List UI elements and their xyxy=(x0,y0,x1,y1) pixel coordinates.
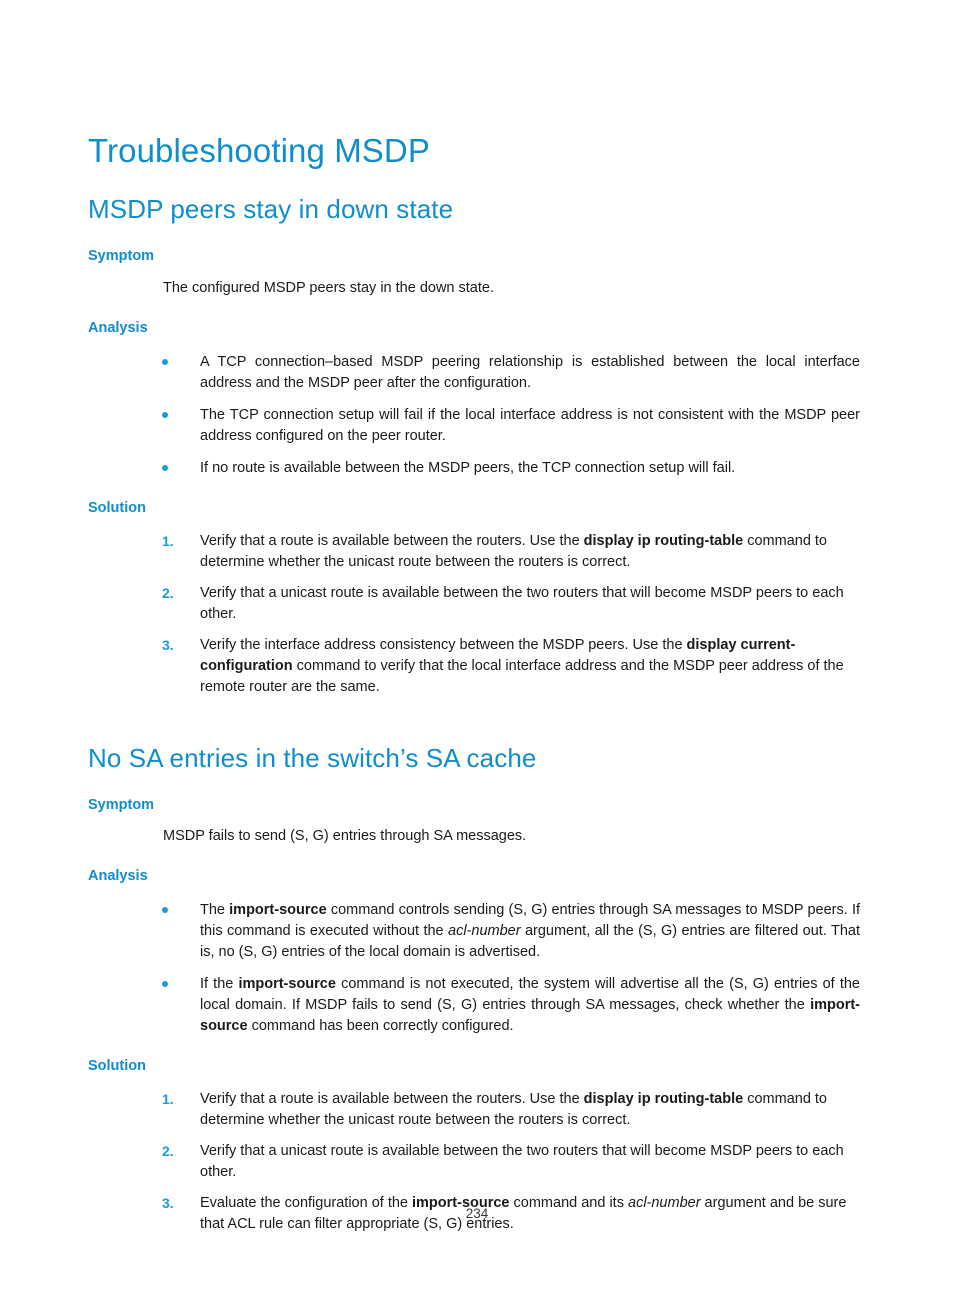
list-item-text: The TCP connection setup will fail if th… xyxy=(200,406,860,444)
section-heading-msdp-peers-down: MSDP peers stay in down state xyxy=(88,194,454,225)
step-number: 2. xyxy=(162,1143,174,1160)
list-item-text: Verify that a unicast route is available… xyxy=(200,584,844,622)
list-item-text: Verify the interface address consistency… xyxy=(200,636,844,695)
page-number: 234 xyxy=(465,1206,489,1221)
analysis-list-2: The import-source command controls sendi… xyxy=(88,900,866,1037)
list-item: 1. Verify that a route is available betw… xyxy=(88,531,866,573)
solution-list-1: 1. Verify that a route is available betw… xyxy=(88,531,866,698)
list-item: A TCP connection–based MSDP peering rela… xyxy=(88,352,866,394)
step-number: 1. xyxy=(162,532,174,549)
list-item: The import-source command controls sendi… xyxy=(88,900,866,963)
symptom-text-1: The configured MSDP peers stay in the do… xyxy=(163,279,494,296)
list-item-text: If the import-source command is not exec… xyxy=(200,976,860,1035)
bullet-icon xyxy=(162,464,168,471)
list-item: 2. Verify that a unicast route is availa… xyxy=(88,1141,866,1183)
list-item: If no route is available between the MSD… xyxy=(88,458,866,479)
bullet-icon xyxy=(162,907,168,914)
step-number: 1. xyxy=(162,1091,174,1108)
analysis-heading-2: Analysis xyxy=(88,868,148,885)
analysis-heading-1: Analysis xyxy=(88,319,148,336)
list-item-text: If no route is available between the MSD… xyxy=(200,459,736,476)
list-item: 3. Verify the interface address consiste… xyxy=(88,635,866,698)
analysis-list-1: A TCP connection–based MSDP peering rela… xyxy=(88,352,866,479)
step-number: 2. xyxy=(162,584,174,601)
list-item: The TCP connection setup will fail if th… xyxy=(88,405,866,447)
bullet-icon xyxy=(162,358,168,365)
bullet-icon xyxy=(162,411,168,418)
list-item: 1. Verify that a route is available betw… xyxy=(88,1089,866,1131)
list-item: If the import-source command is not exec… xyxy=(88,974,866,1037)
list-item-text: Verify that a unicast route is available… xyxy=(200,1143,844,1181)
page-title: Troubleshooting MSDP xyxy=(88,132,430,169)
bullet-icon xyxy=(162,981,168,988)
symptom-text-2: MSDP fails to send (S, G) entries throug… xyxy=(163,828,527,845)
step-number: 3. xyxy=(162,636,174,653)
symptom-heading-1: Symptom xyxy=(88,248,155,265)
section-heading-no-sa-entries: No SA entries in the switch’s SA cache xyxy=(88,742,537,773)
solution-heading-1: Solution xyxy=(88,499,146,516)
symptom-heading-2: Symptom xyxy=(88,796,155,813)
list-item: 2. Verify that a unicast route is availa… xyxy=(88,583,866,625)
document-page: Troubleshooting MSDP MSDP peers stay in … xyxy=(0,0,954,1296)
page-content: Troubleshooting MSDP MSDP peers stay in … xyxy=(88,130,866,1235)
list-item-text: A TCP connection–based MSDP peering rela… xyxy=(200,353,860,391)
list-item-text: Verify that a route is available between… xyxy=(200,532,828,570)
solution-heading-2: Solution xyxy=(88,1058,146,1075)
list-item-text: Verify that a route is available between… xyxy=(200,1091,828,1129)
list-item-text: The import-source command controls sendi… xyxy=(200,902,860,961)
